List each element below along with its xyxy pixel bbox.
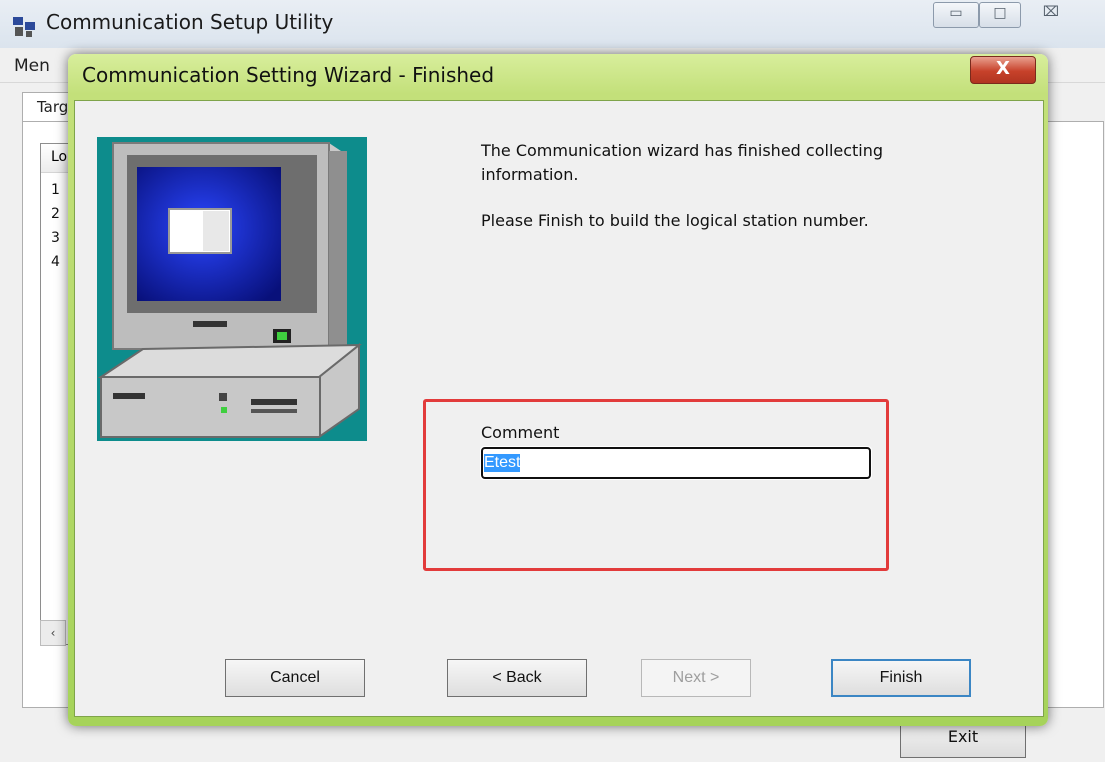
list-item[interactable]: 3 xyxy=(51,230,60,246)
list-item[interactable]: 1 xyxy=(51,182,60,198)
list-header-label: Lo xyxy=(51,149,68,165)
finish-instruction: Please Finish to build the logical stati… xyxy=(481,211,869,230)
app-icon xyxy=(13,17,35,37)
maximize-button[interactable]: □ xyxy=(979,2,1021,28)
cancel-button[interactable]: Cancel xyxy=(225,659,365,697)
finish-button[interactable]: Finish xyxy=(831,659,971,697)
close-icon: ⌧ xyxy=(1042,4,1060,20)
comment-input[interactable] xyxy=(480,446,872,480)
main-title-bar: Communication Setup Utility ▭ □ ⌧ xyxy=(0,0,1105,48)
menu-item[interactable]: Men xyxy=(14,56,50,76)
list-item[interactable]: 4 xyxy=(51,254,60,270)
wizard-close-button[interactable]: X xyxy=(970,56,1036,84)
minimize-icon: ▭ xyxy=(949,5,963,21)
main-close-button[interactable]: ⌧ xyxy=(1021,2,1081,26)
tab-label: Targ xyxy=(37,98,69,116)
back-button[interactable]: < Back xyxy=(447,659,587,697)
close-icon: X xyxy=(996,58,1010,79)
caption-buttons: ▭ □ ⌧ xyxy=(933,2,1093,28)
next-button[interactable]: Next > xyxy=(641,659,751,697)
wizard-title: Communication Setting Wizard - Finished xyxy=(82,63,495,87)
comment-label: Comment xyxy=(481,423,560,442)
scroll-left-button[interactable]: ‹ xyxy=(40,620,66,646)
maximize-icon: □ xyxy=(993,5,1007,21)
list-item[interactable]: 2 xyxy=(51,206,60,222)
minimize-button[interactable]: ▭ xyxy=(933,2,979,28)
wizard-content: The Communication wizard has finished co… xyxy=(74,100,1044,717)
finish-message: The Communication wizard has finished co… xyxy=(481,141,884,184)
computer-illustration xyxy=(97,137,367,441)
main-window-title: Communication Setup Utility xyxy=(46,10,334,34)
wizard-dialog: Communication Setting Wizard - Finished … xyxy=(68,54,1048,726)
exit-label: Exit xyxy=(947,727,979,746)
